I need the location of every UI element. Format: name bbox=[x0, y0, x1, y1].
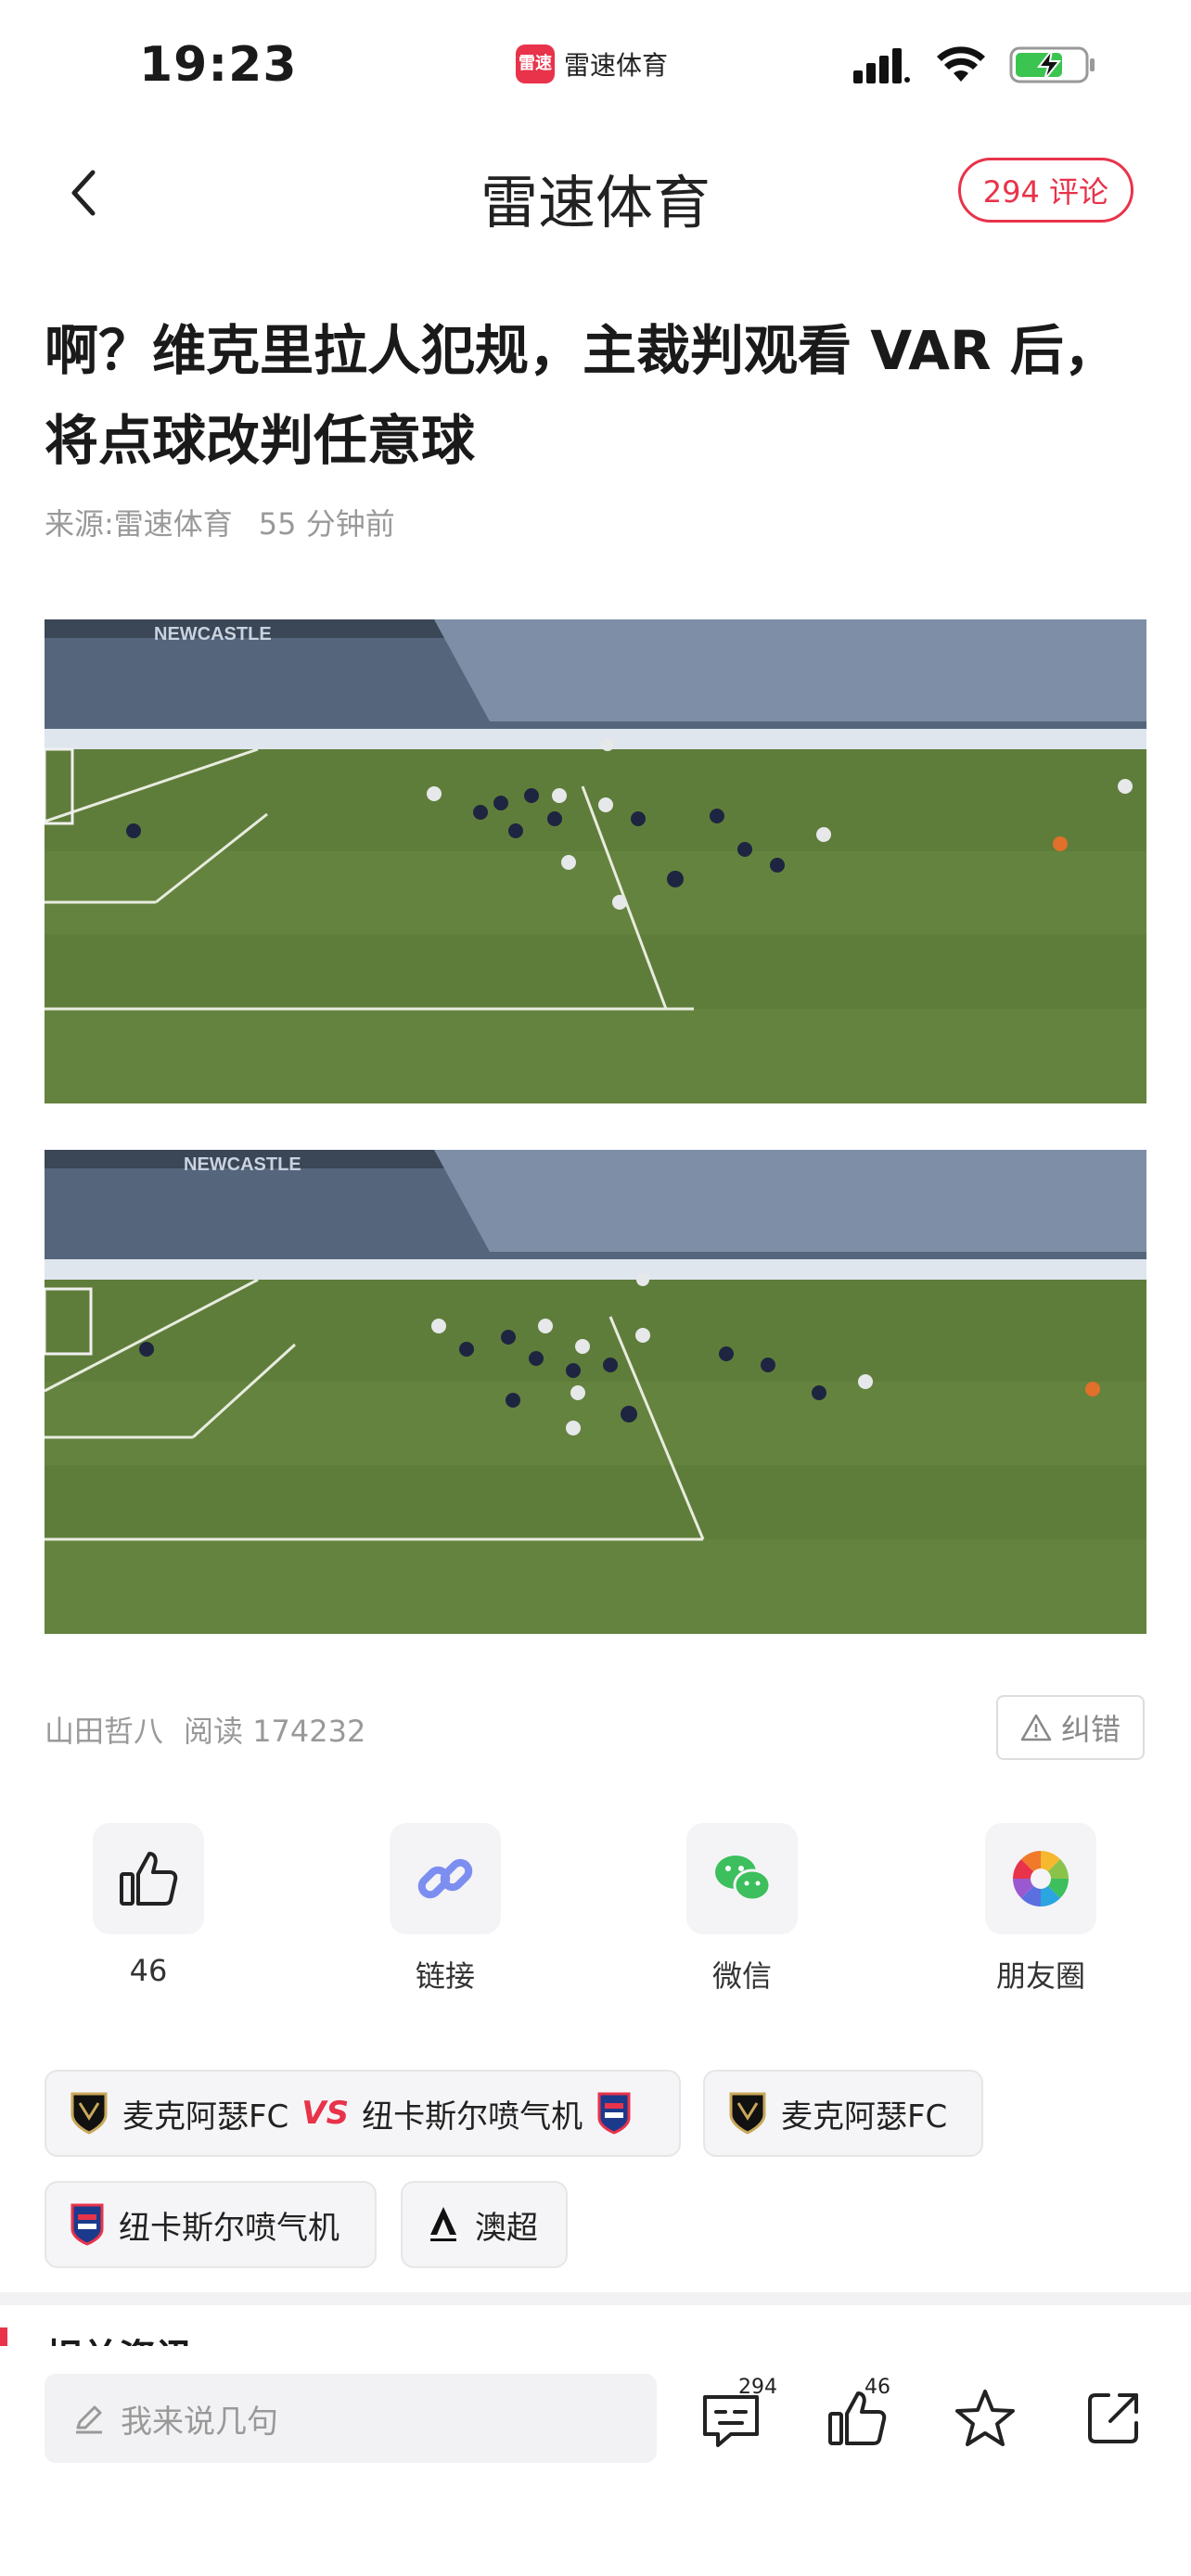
comments-button[interactable]: 294 评论 bbox=[957, 158, 1133, 223]
report-error-button[interactable]: 纠错 bbox=[996, 1695, 1145, 1760]
team-name: 纽卡斯尔喷气机 bbox=[119, 2209, 339, 2247]
author-row: 山田哲八 阅读 174232 bbox=[45, 1708, 365, 1751]
section-divider bbox=[0, 2292, 1191, 2305]
app-logo-icon: 雷速 bbox=[516, 45, 555, 83]
link-share-item[interactable]: 链接 bbox=[352, 1823, 538, 1996]
star-icon bbox=[955, 2390, 1015, 2446]
read-count: 阅读 174232 bbox=[184, 1714, 366, 1749]
article-meta: 来源:雷速体育 55 分钟前 bbox=[45, 501, 395, 543]
macarthur-crest-icon bbox=[729, 2092, 766, 2135]
share-label: 微信 bbox=[711, 1958, 772, 1994]
author-name: 山田哲八 bbox=[45, 1714, 164, 1749]
nav-bar: 雷速体育 294 评论 bbox=[0, 139, 1191, 241]
report-label: 纠错 bbox=[1060, 1712, 1121, 1747]
status-bar: 19:23 雷速 雷速体育 bbox=[0, 0, 1191, 130]
favorite-action[interactable] bbox=[948, 2381, 1022, 2455]
comment-placeholder: 我来说几句 bbox=[121, 2403, 278, 2441]
share-action[interactable] bbox=[1076, 2381, 1150, 2455]
like-action[interactable]: 46 bbox=[820, 2376, 894, 2455]
status-time: 19:23 bbox=[139, 37, 298, 93]
wechat-icon bbox=[686, 1823, 798, 1934]
status-app-name: 雷速体育 bbox=[564, 50, 669, 81]
article-source: 来源:雷速体育 bbox=[45, 506, 233, 542]
article-title: 啊？维克里拉人犯规，主裁判观看 VAR 后，将点球改判任意球 bbox=[45, 319, 1118, 472]
signal-icon bbox=[853, 46, 913, 87]
vs-label: VS bbox=[301, 2095, 350, 2132]
thumbs-up-icon bbox=[93, 1823, 204, 1934]
like-share-item[interactable]: 46 bbox=[56, 1823, 241, 1988]
league-tag[interactable]: 澳超 bbox=[401, 2181, 568, 2268]
comment-count-badge: 294 bbox=[738, 2376, 777, 2399]
comment-input[interactable]: 我来说几句 bbox=[45, 2374, 657, 2463]
article-image-2[interactable]: NEWCASTLE bbox=[45, 1150, 1146, 1634]
comments-action[interactable]: 294 bbox=[694, 2376, 777, 2455]
a-league-logo-icon bbox=[430, 2207, 456, 2241]
away-team-name: 纽卡斯尔喷气机 bbox=[362, 2098, 583, 2136]
pencil-icon bbox=[76, 2405, 102, 2434]
share-out-icon bbox=[1088, 2393, 1138, 2443]
macarthur-crest-icon bbox=[70, 2092, 108, 2135]
link-icon bbox=[390, 1823, 501, 1934]
stadium-text: NEWCASTLE bbox=[184, 1154, 301, 1175]
team-tag-macarthur[interactable]: 麦克阿瑟FC bbox=[703, 2070, 983, 2157]
warning-icon bbox=[1020, 1714, 1052, 1741]
team-tag-newcastle[interactable]: 纽卡斯尔喷气机 bbox=[45, 2181, 377, 2268]
wechat-share-item[interactable]: 微信 bbox=[649, 1823, 835, 1996]
article-image-1[interactable]: NEWCASTLE bbox=[45, 619, 1146, 1103]
share-label: 链接 bbox=[415, 1958, 475, 1994]
match-tag[interactable]: 麦克阿瑟FC VS 纽卡斯尔喷气机 bbox=[45, 2070, 681, 2157]
article-time: 55 分钟前 bbox=[258, 506, 395, 542]
like-count-badge: 46 bbox=[864, 2376, 890, 2399]
home-team-name: 麦克阿瑟FC bbox=[122, 2098, 289, 2136]
wifi-icon bbox=[935, 46, 987, 87]
battery-icon bbox=[1009, 45, 1098, 89]
bottom-action-bar: 我来说几句 294 46 bbox=[0, 2346, 1191, 2576]
moments-icon bbox=[985, 1823, 1096, 1934]
status-app-indicator: 雷速 雷速体育 bbox=[516, 45, 668, 83]
team-name: 麦克阿瑟FC bbox=[781, 2098, 948, 2136]
share-row: 46 链接 微信 朋友圈 bbox=[0, 1823, 1191, 1999]
newcastle-jets-crest-icon bbox=[70, 2203, 104, 2246]
share-label: 46 bbox=[129, 1953, 168, 1988]
moments-share-item[interactable]: 朋友圈 bbox=[948, 1823, 1133, 1996]
league-name: 澳超 bbox=[475, 2209, 538, 2247]
newcastle-jets-crest-icon bbox=[597, 2092, 631, 2135]
status-icons bbox=[853, 45, 1098, 89]
share-label: 朋友圈 bbox=[995, 1958, 1085, 1994]
stadium-text: NEWCASTLE bbox=[154, 624, 272, 644]
